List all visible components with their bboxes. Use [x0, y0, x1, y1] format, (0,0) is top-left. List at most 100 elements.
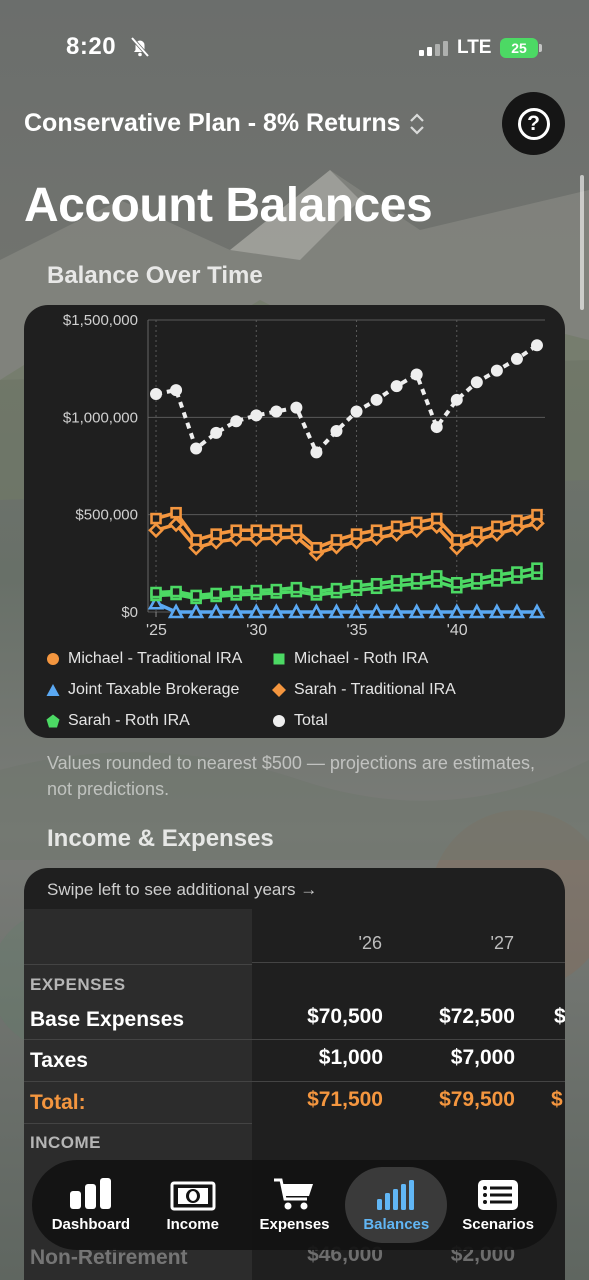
- data-point: [370, 577, 383, 590]
- x-tick-label: '30: [246, 622, 267, 635]
- chevron-up-down-icon: [409, 112, 424, 135]
- data-point: [187, 603, 205, 619]
- data-point: [250, 584, 263, 597]
- legend-item: Michael - Roth IRA: [272, 650, 428, 668]
- legend-label: Michael - Traditional IRA: [68, 649, 243, 667]
- data-point: [270, 405, 283, 418]
- data-point: [190, 534, 202, 546]
- data-point: [167, 603, 185, 619]
- data-point: [268, 603, 285, 619]
- data-point: [230, 415, 243, 428]
- data-point: [350, 579, 363, 592]
- table-cell: $: [554, 1005, 565, 1028]
- balance-chart-card: $1,500,000 $1,000,000 $500,000 $0 '25 '30 '35 '…: [24, 305, 565, 738]
- tab-label: Income: [166, 1216, 219, 1233]
- data-point: [450, 534, 463, 546]
- data-point: [408, 603, 425, 619]
- data-point: [248, 603, 265, 619]
- tab-label: Dashboard: [51, 1216, 131, 1233]
- data-point: [330, 582, 343, 595]
- tab-scenarios[interactable]: Scenarios: [447, 1167, 549, 1243]
- scenarios-icon: [477, 1177, 519, 1211]
- data-point: [210, 587, 222, 600]
- income-icon: [170, 1177, 216, 1211]
- data-point: [370, 524, 383, 537]
- data-point: [528, 603, 546, 619]
- data-point: [410, 368, 423, 381]
- data-point: [390, 575, 403, 587]
- data-point: [288, 603, 305, 619]
- data-point: [150, 512, 162, 525]
- data-point: [430, 421, 443, 434]
- data-point: [450, 393, 463, 406]
- legend-label: Joint Taxable Brokerage: [68, 680, 240, 698]
- data-point: [328, 603, 345, 619]
- plan-label: Conservative Plan - 8% Returns: [24, 109, 401, 137]
- data-point: [290, 401, 303, 414]
- y-tick-label: $1,500,000: [63, 312, 138, 329]
- data-point: [230, 585, 243, 598]
- tab-label: Balances: [363, 1216, 430, 1233]
- dashboard-icon: [68, 1177, 114, 1211]
- data-point: [410, 573, 423, 585]
- data-point: [531, 562, 543, 575]
- tab-balances[interactable]: Balances: [345, 1167, 448, 1243]
- income-header: INCOME: [30, 1133, 101, 1152]
- plan-selector[interactable]: Conservative Plan - 8% Returns: [24, 109, 425, 138]
- table-cell: $1,000: [318, 1046, 383, 1069]
- scrollbar[interactable]: [580, 175, 584, 310]
- table-cell: $71,500: [307, 1088, 383, 1111]
- legend-row: Sarah - Roth IRA Total: [46, 705, 546, 736]
- tab-income[interactable]: Income: [142, 1167, 244, 1243]
- data-point: [450, 576, 463, 589]
- triangle-marker-icon: [46, 683, 60, 696]
- data-point: [210, 528, 222, 540]
- status-time: 8:20: [66, 33, 117, 60]
- data-point: [290, 581, 303, 594]
- data-point: [491, 569, 503, 581]
- tab-expenses[interactable]: Expenses: [244, 1167, 346, 1243]
- help-button[interactable]: ?: [502, 92, 565, 155]
- data-point: [511, 566, 523, 578]
- data-point: [410, 516, 423, 529]
- data-point: [471, 526, 483, 538]
- data-point: [511, 514, 523, 527]
- data-point: [310, 585, 323, 598]
- year-header: '26: [358, 933, 382, 953]
- data-point: [370, 393, 383, 406]
- legend-item: Sarah - Roth IRA: [46, 712, 272, 730]
- legend-label: Total: [294, 711, 328, 729]
- legend-label: Sarah - Roth IRA: [68, 711, 190, 729]
- section-title-income: Income & Expenses: [47, 825, 274, 852]
- data-point: [170, 585, 182, 598]
- x-tick-label: '25: [146, 622, 167, 635]
- data-point: [310, 541, 323, 554]
- tab-dashboard[interactable]: Dashboard: [40, 1167, 142, 1243]
- data-point: [428, 603, 445, 619]
- data-point: [210, 426, 223, 439]
- chart-legend: Michael - Traditional IRA Michael - Roth …: [46, 643, 546, 736]
- data-point: [471, 573, 483, 585]
- data-point: [350, 528, 363, 540]
- legend-item: Joint Taxable Brokerage: [46, 681, 272, 699]
- tab-label: Expenses: [259, 1216, 330, 1233]
- table-cell: $72,500: [439, 1005, 515, 1028]
- data-point: [330, 534, 343, 546]
- data-point: [330, 424, 343, 437]
- signal-strength-icon: [419, 40, 448, 56]
- data-point: [468, 603, 486, 619]
- balance-note: Values rounded to nearest $500 — project…: [47, 753, 535, 799]
- data-point: [148, 522, 164, 539]
- y-tick-label: $1,000,000: [63, 409, 138, 426]
- data-point: [490, 364, 503, 377]
- x-tick-label: '40: [447, 622, 468, 635]
- table-row-label: Base Expenses: [30, 1008, 185, 1031]
- data-point: [290, 524, 303, 537]
- data-point: [390, 380, 403, 393]
- silent-bell-icon: [130, 36, 150, 58]
- data-point: [508, 603, 526, 619]
- data-point: [350, 405, 363, 418]
- legend-row: Michael - Traditional IRA Michael - Roth …: [46, 643, 546, 674]
- data-point: [470, 376, 483, 389]
- data-point: [510, 352, 523, 365]
